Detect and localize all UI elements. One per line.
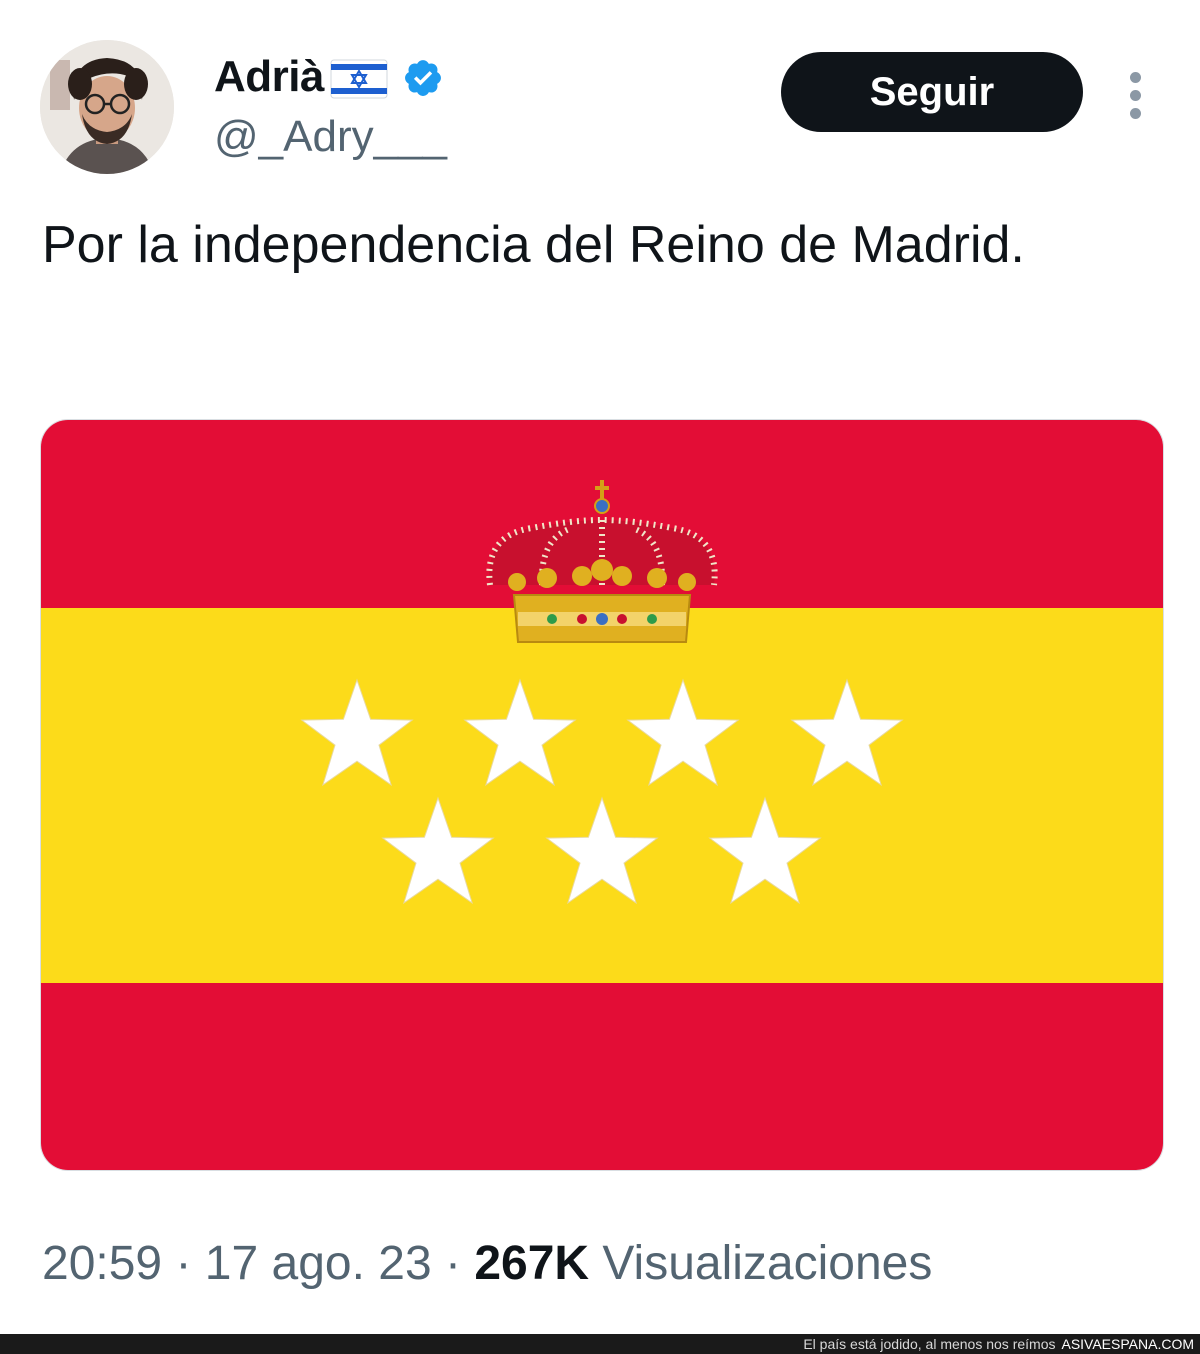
avatar[interactable] [40,40,174,174]
views-label: Visualizaciones [589,1237,933,1290]
tweet-time[interactable]: 20:59 [42,1236,162,1291]
meta-separator-2: · [431,1237,475,1290]
more-vertical-icon[interactable] [1118,66,1154,126]
author-handle[interactable]: @_Adry___ [214,112,447,162]
israel-flag-icon [330,59,388,99]
footer-site[interactable]: ASIVAESPANA.COM [1061,1336,1194,1352]
tweet-media[interactable] [40,419,1164,1171]
author-name-row[interactable]: Adrià [214,52,444,102]
watermark-footer: El país está jodido, al menos nos reímos… [0,1334,1200,1354]
avatar-image [40,40,174,174]
views-count[interactable]: 267K [474,1236,589,1291]
verified-badge-icon[interactable] [402,57,444,99]
tweet-date[interactable]: 17 ago. 23 [205,1236,432,1291]
tweet-meta: 20:59 · 17 ago. 23 · 267K Visualizacione… [42,1236,932,1291]
footer-slogan: El país está jodido, al menos nos reímos [803,1336,1056,1352]
follow-button[interactable]: Seguir [781,52,1083,132]
flag-image [41,420,1163,1170]
author-display-name[interactable]: Adrià [214,52,324,102]
meta-separator: · [162,1237,205,1290]
tweet-text: Por la independencia del Reino de Madrid… [42,216,1025,274]
